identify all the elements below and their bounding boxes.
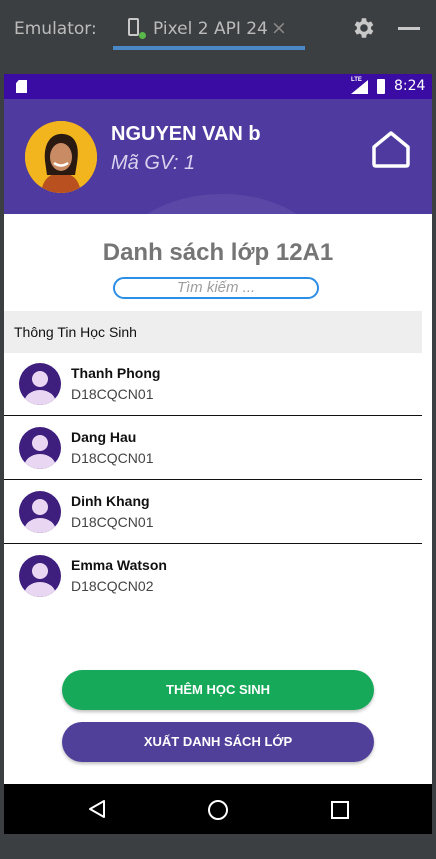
student-class: D18CQCN02 (71, 578, 154, 594)
status-bar: LTE 8:24 (4, 74, 432, 99)
student-row[interactable]: Emma Watson D18CQCN02 (4, 545, 422, 608)
header-decoration (122, 194, 322, 214)
android-nav-bar (4, 784, 432, 834)
student-row[interactable]: Dinh Khang D18CQCN01 (4, 481, 422, 544)
close-icon[interactable]: × (271, 17, 287, 39)
sd-card-icon (16, 80, 27, 93)
student-avatar-icon (19, 555, 61, 597)
row-divider (4, 415, 422, 416)
device-screen: LTE 8:24 NGUYEN VAN b Mã GV: 1 Danh sách… (4, 74, 432, 834)
student-name: Dinh Khang (71, 493, 150, 509)
phone-icon (128, 18, 139, 36)
student-class: D18CQCN01 (71, 514, 154, 530)
device-running-indicator (139, 32, 146, 39)
home-circle-icon[interactable] (208, 800, 228, 820)
student-avatar-icon (19, 491, 61, 533)
student-avatar-icon (19, 363, 61, 405)
section-header: Thông Tin Học Sinh (4, 311, 422, 353)
page-title: Danh sách lớp 12A1 (102, 239, 334, 266)
search-input[interactable]: Tìm kiếm ... (113, 277, 319, 299)
student-name: Emma Watson (71, 557, 167, 573)
emulator-toolbar: Emulator: Pixel 2 API 24 × (0, 0, 436, 58)
profile-header: NGUYEN VAN b Mã GV: 1 (4, 99, 432, 214)
device-tab-label: Pixel 2 API 24 (153, 19, 268, 39)
battery-icon (377, 79, 385, 94)
student-class: D18CQCN01 (71, 450, 154, 466)
row-divider (4, 479, 422, 480)
active-tab-indicator (113, 46, 305, 50)
add-student-button[interactable]: THÊM HỌC SINH (62, 670, 374, 710)
teacher-name: NGUYEN VAN b (111, 123, 261, 145)
recents-icon[interactable] (331, 801, 349, 819)
network-type: LTE (351, 77, 362, 83)
device-tab[interactable]: Pixel 2 API 24 × (113, 8, 305, 50)
back-icon[interactable] (88, 799, 106, 819)
minimize-icon[interactable] (398, 27, 420, 30)
student-name: Dang Hau (71, 429, 137, 445)
student-name: Thanh Phong (71, 365, 161, 381)
status-time: 8:24 (394, 78, 426, 94)
row-divider (4, 543, 422, 544)
section-label: Thông Tin Học Sinh (14, 324, 137, 340)
emulator-label: Emulator: (14, 19, 97, 39)
gear-icon[interactable] (350, 15, 376, 41)
student-avatar-icon (19, 427, 61, 469)
export-list-button[interactable]: XUẤT DANH SÁCH LỚP (62, 722, 374, 762)
teacher-avatar[interactable] (25, 121, 97, 193)
student-class: D18CQCN01 (71, 386, 154, 402)
student-row[interactable]: Dang Hau D18CQCN01 (4, 417, 422, 480)
home-icon[interactable] (370, 129, 412, 169)
teacher-id: Mã GV: 1 (111, 152, 196, 174)
student-row[interactable]: Thanh Phong D18CQCN01 (4, 353, 422, 416)
